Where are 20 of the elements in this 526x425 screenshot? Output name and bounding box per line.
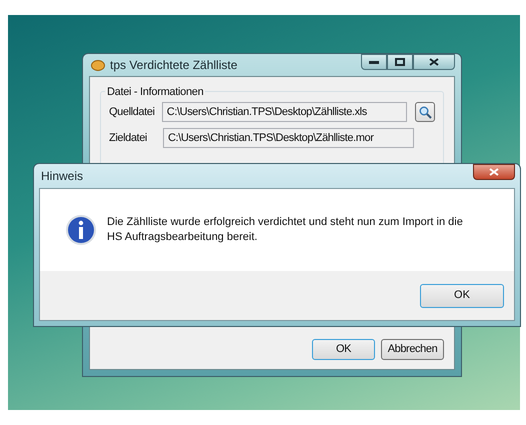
field-label: Quelldatei xyxy=(109,104,156,120)
minimize-button[interactable] xyxy=(361,54,387,70)
close-icon xyxy=(489,168,499,176)
dialog-button[interactable]: OK xyxy=(312,339,375,360)
box-icon xyxy=(91,60,105,70)
message-text: Die Zählliste wurde erfolgreich verdichtet und steht nun zum Import in die HS Auftragsbearbeitung bereit. xyxy=(107,215,464,245)
close-button[interactable] xyxy=(413,54,455,70)
maximize-button[interactable] xyxy=(387,54,413,70)
path-field[interactable]: C:\Users\Christian.TPS\Desktop\Zählliste.xls xyxy=(162,102,408,122)
close-icon xyxy=(429,58,439,66)
search-icon xyxy=(418,106,432,118)
browse-button[interactable] xyxy=(415,102,435,122)
field-label: Zieldatei xyxy=(109,130,148,146)
dialog-button[interactable]: Abbrechen xyxy=(381,339,444,360)
ok-button[interactable]: OK xyxy=(420,284,504,308)
window-title: tps Verdichtete Zählliste xyxy=(110,57,238,74)
path-field[interactable]: C:\Users\Christian.TPS\Desktop\Zählliste.mor xyxy=(163,128,414,148)
dialog-title: Hinweis xyxy=(41,168,84,185)
close-button[interactable] xyxy=(473,164,515,180)
information-icon xyxy=(65,214,97,246)
